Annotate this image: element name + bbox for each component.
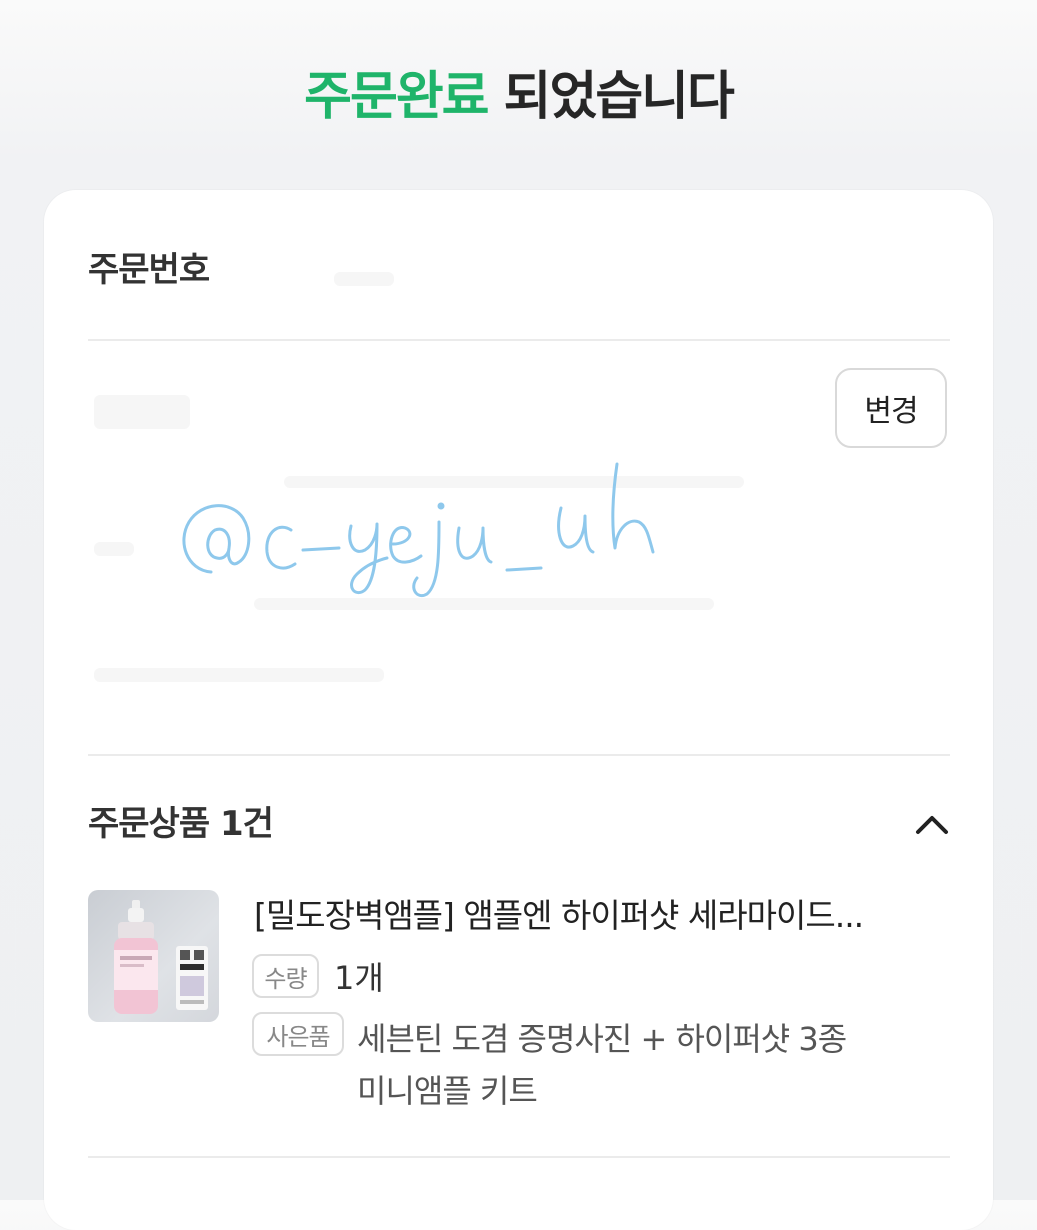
page-title-accent: 주문완료 (304, 67, 489, 127)
chevron-up-icon[interactable] (914, 808, 950, 844)
product-name[interactable]: [밀도장벽앰플] 앰플엔 하이퍼샷 세라마이드... (254, 894, 954, 938)
ampoule-bottle-icon (114, 900, 208, 1014)
address-icon-redacted (94, 542, 134, 556)
watermark-handwriting (182, 462, 655, 597)
request-line-redacted (94, 668, 384, 682)
order-summary-card: 주문번호 변경 주문상품 1건 [밀도장벽앰플] 앰플엔 하이퍼샷 세라마이드.… (44, 190, 993, 1230)
page-title-rest: 되었습니다 (487, 67, 735, 127)
gift-tag: 사은품 (252, 1012, 344, 1056)
gift-description: 세븐틴 도겸 증명사진 + 하이퍼샷 3종 미니앰플 키트 (357, 1020, 847, 1110)
change-address-button[interactable]: 변경 (835, 368, 947, 448)
divider (88, 1156, 950, 1158)
page-title: 주문완료 되었습니다 (0, 64, 1037, 130)
quantity-tag: 수량 (252, 954, 319, 998)
product-thumbnail[interactable] (88, 890, 219, 1022)
divider (88, 339, 950, 341)
order-number-value-redacted (334, 272, 394, 286)
order-products-title: 주문상품 1건 (88, 804, 274, 844)
divider (88, 754, 950, 756)
recipient-name-redacted (94, 395, 190, 429)
quantity-value: 1개 (334, 959, 384, 997)
order-number-label: 주문번호 (88, 250, 210, 290)
